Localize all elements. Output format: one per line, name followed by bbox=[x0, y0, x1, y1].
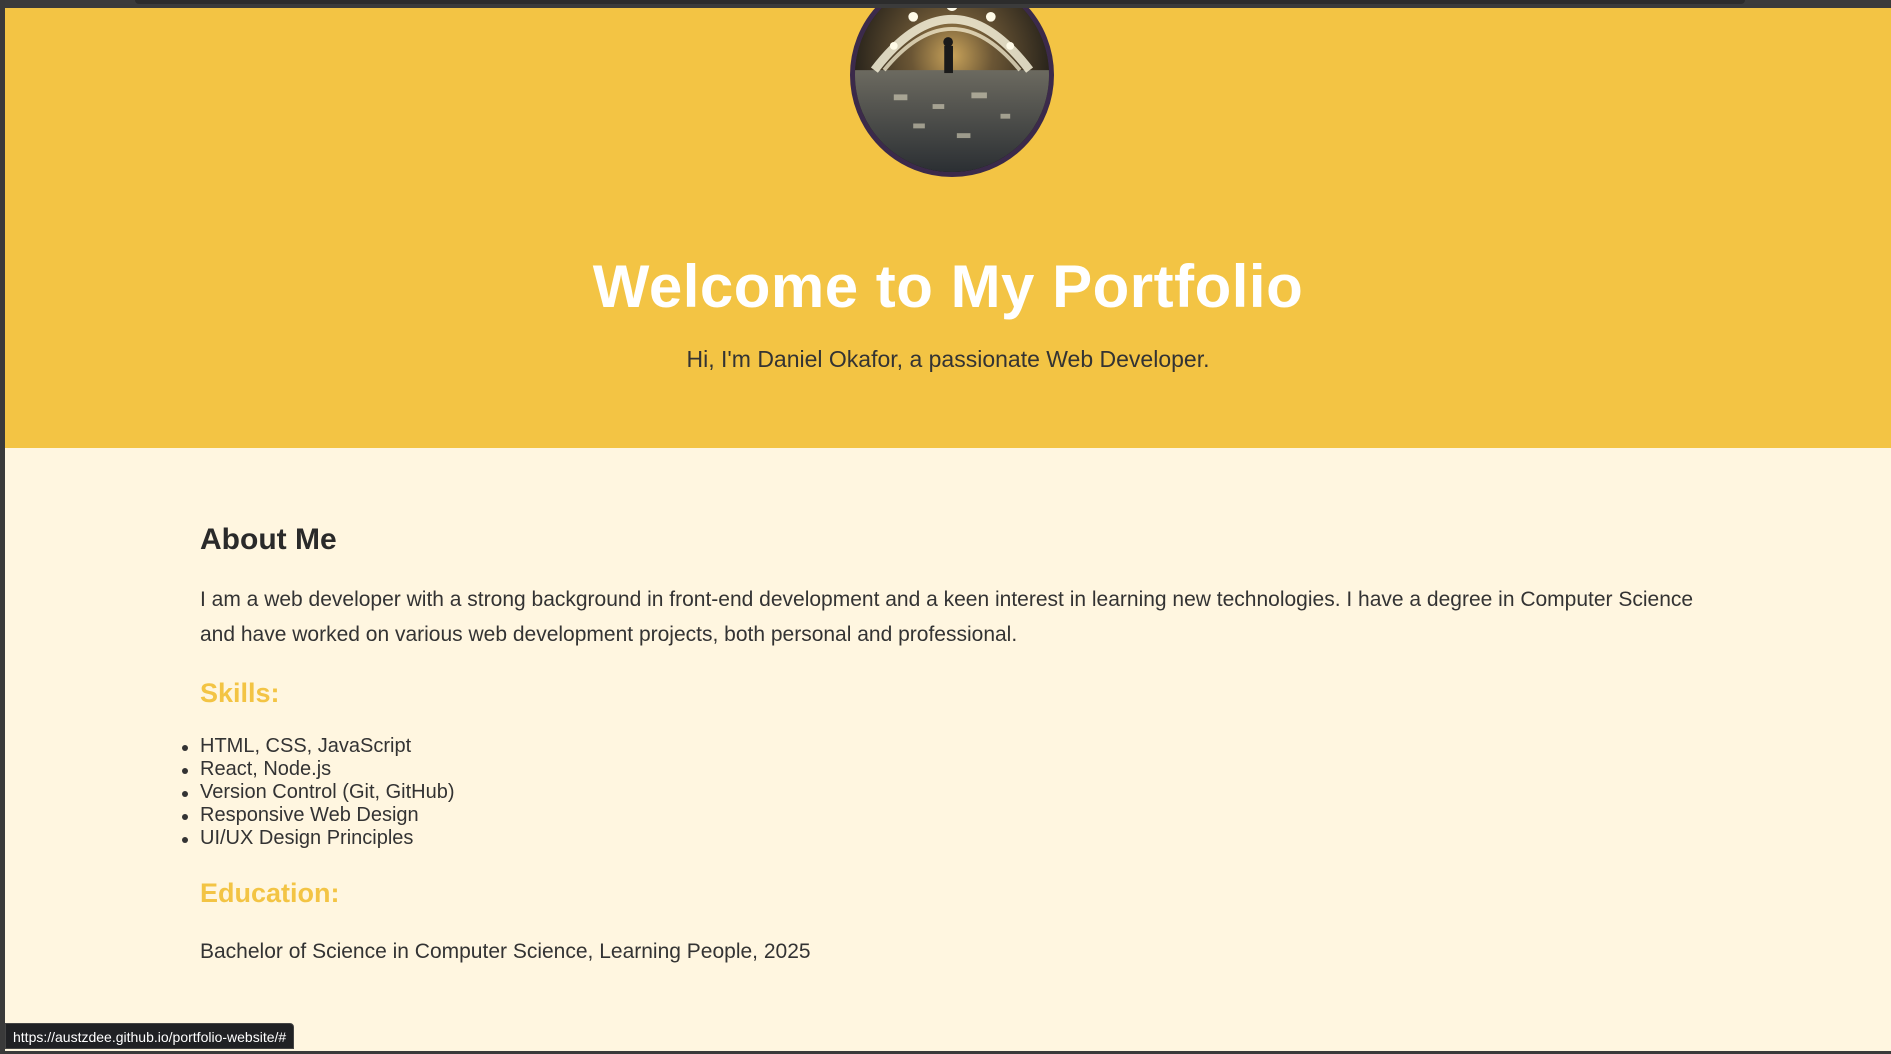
list-item: HTML, CSS, JavaScript bbox=[182, 735, 455, 758]
profile-photo-avatar bbox=[850, 0, 1054, 177]
browser-viewport: Welcome to My Portfolio Hi, I'm Daniel O… bbox=[5, 0, 1891, 1051]
list-item: Version Control (Git, GitHub) bbox=[182, 781, 455, 803]
education-text: Bachelor of Science in Computer Science,… bbox=[200, 940, 811, 963]
profile-photo-icon bbox=[855, 0, 1049, 172]
status-bar-url: https://austzdee.github.io/portfolio-web… bbox=[5, 1023, 295, 1049]
hero-subtitle: Hi, I'm Daniel Okafor, a passionate Web … bbox=[686, 346, 1210, 372]
education-heading: Education: bbox=[200, 878, 340, 908]
list-item: React, Node.js bbox=[182, 758, 455, 781]
window-top-bar bbox=[5, 0, 1891, 8]
about-heading: About Me bbox=[200, 523, 337, 556]
skills-list: HTML, CSS, JavaScript React, Node.js Ver… bbox=[182, 735, 455, 850]
hero-title: Welcome to My Portfolio bbox=[592, 253, 1304, 320]
about-text: I am a web developer with a strong backg… bbox=[200, 588, 1694, 646]
list-item: Responsive Web Design bbox=[182, 804, 455, 827]
skills-heading: Skills: bbox=[200, 678, 280, 708]
list-item: UI/UX Design Principles bbox=[182, 827, 455, 850]
hero-section: Welcome to My Portfolio Hi, I'm Daniel O… bbox=[5, 0, 1891, 448]
top-bar-edge bbox=[135, 0, 1745, 4]
